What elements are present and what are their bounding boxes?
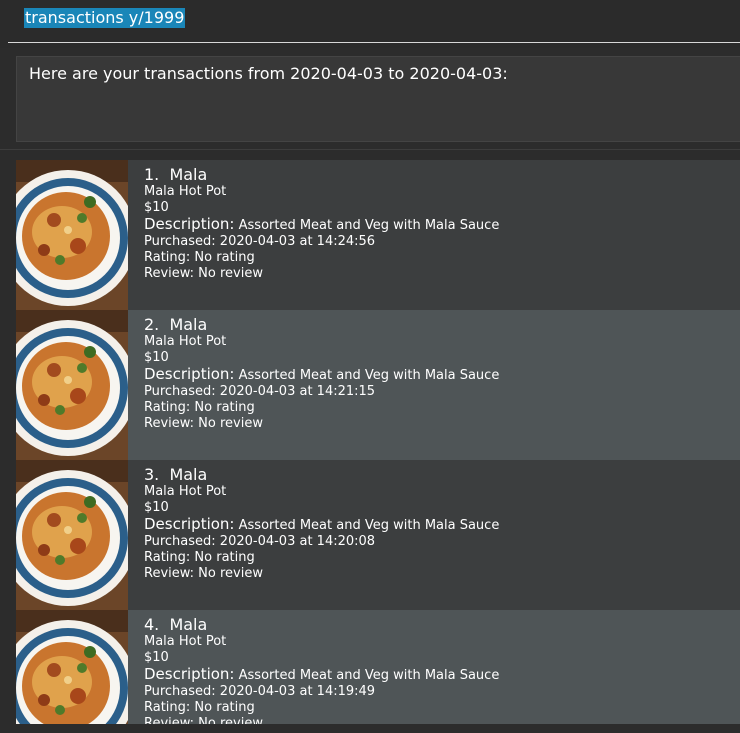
description-text: Assorted Meat and Veg with Mala Sauce xyxy=(238,668,500,683)
mala-dish-image xyxy=(16,310,128,460)
result-message: Here are your transactions from 2020-04-… xyxy=(29,64,508,83)
transaction-title: 4. Mala xyxy=(144,616,499,634)
transaction-purchased: Purchased: 2020-04-03 at 14:20:08 xyxy=(144,534,376,549)
transaction-description: Description: Assorted Meat and Veg with … xyxy=(144,666,499,684)
transaction-name: Mala xyxy=(169,465,208,484)
transaction-description: Description: Assorted Meat and Veg with … xyxy=(144,366,499,384)
mala-dish-image xyxy=(16,460,128,610)
transaction-title: 1. Mala xyxy=(144,166,499,184)
transaction-description: Description: Assorted Meat and Veg with … xyxy=(144,516,499,534)
transaction-index: 1. xyxy=(144,165,160,184)
transaction-card[interactable]: 3. Mala Mala Hot Pot $10 Description: As… xyxy=(16,460,740,610)
food-image xyxy=(16,460,128,610)
transaction-card[interactable]: 2. Mala Mala Hot Pot $10 Description: As… xyxy=(16,310,740,460)
transaction-purchased: Purchased: 2020-04-03 at 14:19:49 xyxy=(144,684,376,699)
transaction-title: 3. Mala xyxy=(144,466,499,484)
transaction-index: 2. xyxy=(144,315,160,334)
transaction-price: $10 xyxy=(144,350,169,365)
description-text: Assorted Meat and Veg with Mala Sauce xyxy=(238,218,500,233)
transaction-name: Mala xyxy=(169,615,208,634)
transaction-info: 4. Mala Mala Hot Pot $10 Description: As… xyxy=(144,616,499,725)
transaction-rating: Rating: No rating xyxy=(144,250,255,265)
transaction-index: 4. xyxy=(144,615,160,634)
transaction-review: Review: No review xyxy=(144,716,263,724)
bottom-margin xyxy=(0,724,740,733)
transaction-info: 1. Mala Mala Hot Pot $10 Description: As… xyxy=(144,166,499,282)
command-text[interactable]: transactions y/1999 xyxy=(24,8,186,28)
transaction-variant: Mala Hot Pot xyxy=(144,484,227,499)
command-input[interactable]: transactions y/1999 xyxy=(8,0,740,43)
transaction-variant: Mala Hot Pot xyxy=(144,634,227,649)
food-image xyxy=(16,310,128,460)
transaction-rating: Rating: No rating xyxy=(144,550,255,565)
transaction-name: Mala xyxy=(169,315,208,334)
transaction-review: Review: No review xyxy=(144,566,263,581)
transaction-title: 2. Mala xyxy=(144,316,499,334)
transaction-price: $10 xyxy=(144,650,169,665)
transaction-price: $10 xyxy=(144,200,169,215)
transaction-review: Review: No review xyxy=(144,266,263,281)
transaction-list[interactable]: 1. Mala Mala Hot Pot $10 Description: As… xyxy=(16,160,740,724)
transaction-info: 3. Mala Mala Hot Pot $10 Description: As… xyxy=(144,466,499,582)
transaction-card[interactable]: 4. Mala Mala Hot Pot $10 Description: As… xyxy=(16,610,740,724)
divider xyxy=(0,149,740,150)
transaction-card[interactable]: 1. Mala Mala Hot Pot $10 Description: As… xyxy=(16,160,740,310)
command-area: transactions y/1999 xyxy=(0,0,740,48)
transaction-name: Mala xyxy=(169,165,208,184)
transaction-variant: Mala Hot Pot xyxy=(144,184,227,199)
transaction-variant: Mala Hot Pot xyxy=(144,334,227,349)
result-display: Here are your transactions from 2020-04-… xyxy=(16,56,740,142)
mala-dish-image xyxy=(16,610,128,724)
transaction-rating: Rating: No rating xyxy=(144,700,255,715)
description-text: Assorted Meat and Veg with Mala Sauce xyxy=(238,368,500,383)
mala-dish-image xyxy=(16,160,128,310)
transaction-review: Review: No review xyxy=(144,416,263,431)
transaction-purchased: Purchased: 2020-04-03 at 14:24:56 xyxy=(144,234,376,249)
transaction-info: 2. Mala Mala Hot Pot $10 Description: As… xyxy=(144,316,499,432)
transaction-purchased: Purchased: 2020-04-03 at 14:21:15 xyxy=(144,384,376,399)
transaction-index: 3. xyxy=(144,465,160,484)
description-label: Description: xyxy=(144,665,235,683)
food-image xyxy=(16,160,128,310)
description-label: Description: xyxy=(144,515,235,533)
description-label: Description: xyxy=(144,215,235,233)
food-image xyxy=(16,610,128,724)
description-label: Description: xyxy=(144,365,235,383)
transaction-description: Description: Assorted Meat and Veg with … xyxy=(144,216,499,234)
transaction-rating: Rating: No rating xyxy=(144,400,255,415)
description-text: Assorted Meat and Veg with Mala Sauce xyxy=(238,518,500,533)
transaction-price: $10 xyxy=(144,500,169,515)
